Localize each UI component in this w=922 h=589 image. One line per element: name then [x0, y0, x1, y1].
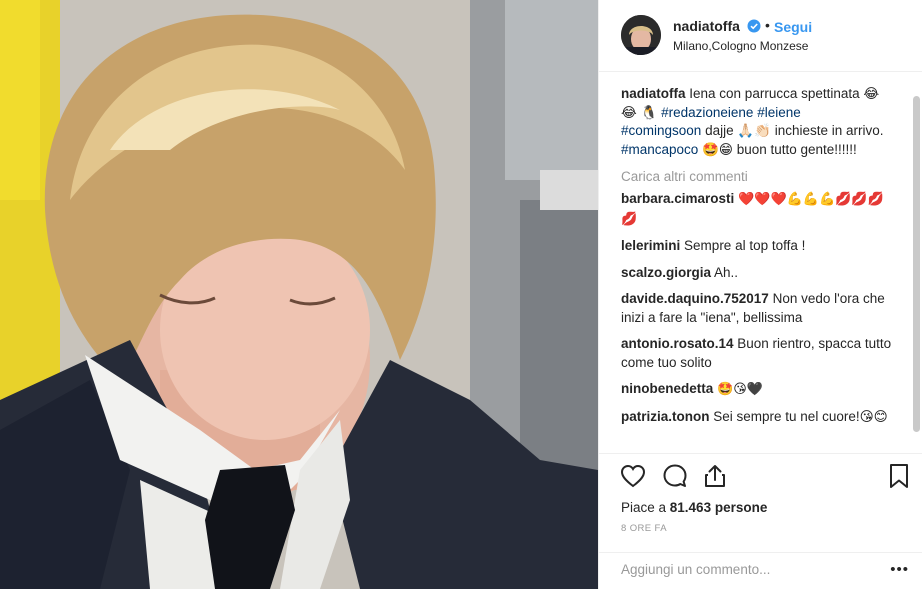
- comment-item: davide.daquino.752017 Non vedo l'ora che…: [621, 290, 893, 327]
- photo-illustration: [0, 0, 598, 589]
- post-timestamp[interactable]: 8 ORE FA: [621, 523, 667, 534]
- comment-item: patrizia.tonon Sei sempre tu nel cuore!😘…: [621, 408, 893, 427]
- hashtag-comingsoon[interactable]: #comingsoon: [621, 123, 701, 138]
- post-caption: nadiatoffa Iena con parrucca spettinata …: [621, 85, 893, 159]
- post-side-panel: nadiatoffa • Segui Milano,Cologno Monzes…: [598, 0, 922, 589]
- comment-icon[interactable]: [661, 462, 689, 490]
- comment-username[interactable]: scalzo.giorgia: [621, 265, 711, 280]
- bookmark-icon[interactable]: [885, 462, 913, 490]
- comment-text: Sei sempre tu nel cuore!😘😊: [713, 408, 888, 424]
- comment-username[interactable]: ninobenedetta: [621, 381, 713, 396]
- comment-text: Ah..: [714, 264, 739, 280]
- hashtag-mancapoco[interactable]: #mancapoco: [621, 142, 698, 157]
- likes-count[interactable]: Piace a 81.463 persone: [621, 500, 767, 515]
- more-options-icon[interactable]: •••: [890, 561, 909, 578]
- caption-text-a: Iena con parrucca spettinata 😂: [685, 86, 880, 101]
- likes-prefix: Piace a: [621, 500, 670, 515]
- header-username[interactable]: nadiatoffa: [673, 18, 740, 34]
- post-header: nadiatoffa • Segui Milano,Cologno Monzes…: [599, 0, 922, 72]
- likes-number: 81.463: [669, 500, 712, 515]
- location-link[interactable]: Milano,Cologno Monzese: [673, 39, 808, 53]
- hashtag-leiene[interactable]: #leiene: [757, 105, 801, 120]
- comment-username[interactable]: antonio.rosato.14: [621, 336, 734, 351]
- heart-icon[interactable]: [619, 462, 647, 490]
- comment-item: antonio.rosato.14 Buon rientro, spacca t…: [621, 335, 893, 372]
- comment-text: 🤩😘🖤: [717, 382, 763, 397]
- add-comment-bar: Aggiungi un commento... •••: [599, 552, 922, 589]
- comment-item: ninobenedetta 🤩😘🖤: [621, 380, 893, 400]
- comment-text: Sempre al top toffa !: [684, 238, 806, 253]
- post-photo[interactable]: [0, 0, 598, 589]
- load-more-comments-button[interactable]: Carica altri commenti: [621, 169, 893, 184]
- comment-username[interactable]: barbara.cimarosti: [621, 191, 734, 206]
- caption-text-c: dajje 🙏🏻👏🏻 inchieste in arrivo.: [701, 123, 884, 138]
- comment-item: barbara.cimarosti ❤️❤️❤️💪💪💪💋💋💋💋: [621, 190, 893, 229]
- comment-username[interactable]: davide.daquino.752017: [621, 291, 769, 306]
- avatar[interactable]: [621, 15, 661, 55]
- avatar-image: [621, 15, 661, 55]
- post-actions-bar: [599, 453, 922, 497]
- share-icon[interactable]: [701, 462, 729, 490]
- comment-username[interactable]: patrizia.tonon: [621, 409, 710, 424]
- verified-icon: [747, 19, 761, 33]
- hashtag-redazioneiene[interactable]: #redazioneiene: [661, 105, 753, 120]
- add-comment-input[interactable]: Aggiungi un commento...: [621, 562, 871, 577]
- comments-scrollbar[interactable]: [913, 96, 920, 432]
- header-separator: •: [765, 17, 770, 33]
- comment-item: lelerimini Sempre al top toffa !: [621, 237, 893, 256]
- comments-list[interactable]: nadiatoffa Iena con parrucca spettinata …: [621, 85, 893, 450]
- instagram-post-view: nadiatoffa • Segui Milano,Cologno Monzes…: [0, 0, 922, 589]
- follow-button[interactable]: Segui: [774, 19, 812, 35]
- caption-text-d: 🤩😁 buon tutto gente!!!!!!: [698, 141, 857, 157]
- likes-suffix: persone: [711, 500, 768, 515]
- comment-item: scalzo.giorgia Ah..: [621, 264, 893, 283]
- caption-username[interactable]: nadiatoffa: [621, 86, 686, 101]
- caption-text-b: 😂 🐧: [621, 104, 662, 120]
- comment-username[interactable]: lelerimini: [621, 238, 680, 253]
